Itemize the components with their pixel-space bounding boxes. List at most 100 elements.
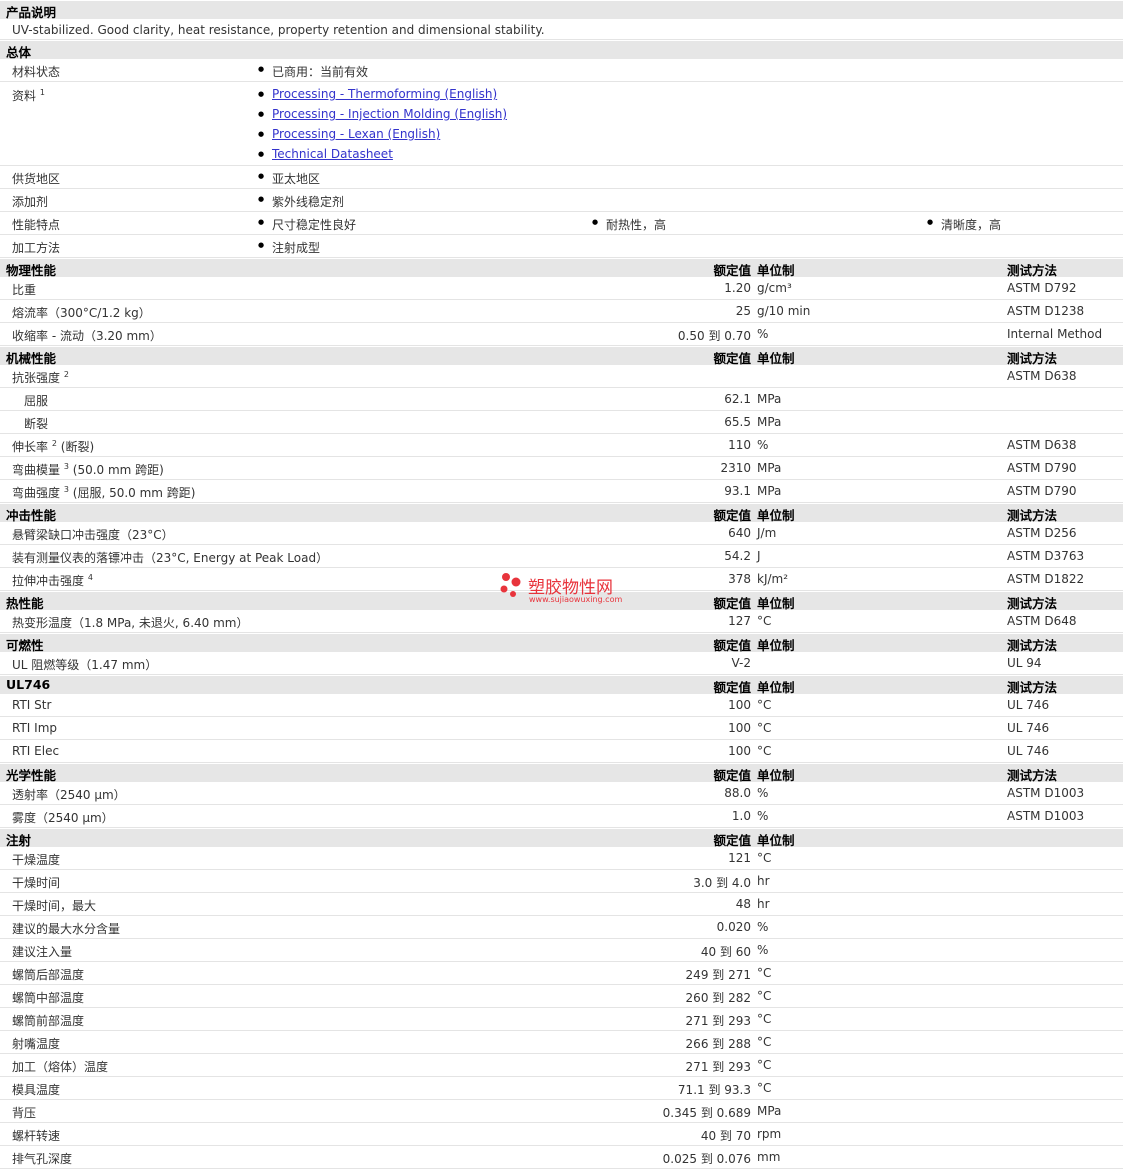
property-value: 260 到 282 <box>685 991 751 1005</box>
section-header-description: 产品说明 <box>0 0 1123 20</box>
section-header: 机械性能 额定值 单位制 测试方法 <box>0 346 1123 366</box>
test-method: ASTM D638 <box>1007 438 1077 452</box>
property-row: 装有测量仪表的落镖冲击（23°C, Energy at Peak Load） 54… <box>0 545 1123 568</box>
property-label: 比重 <box>12 283 37 297</box>
property-row: 干燥时间 3.0 到 4.0 hr <box>0 870 1123 893</box>
property-unit: g/10 min <box>757 304 811 318</box>
property-label: RTI Elec <box>12 744 60 758</box>
property-row: 弯曲模量 3 (50.0 mm 跨距) 2310 MPa ASTM D790 <box>0 457 1123 480</box>
property-label: UL 阻燃等级（1.47 mm） <box>12 658 158 672</box>
property-row: 建议注入量 40 到 60% <box>0 939 1123 962</box>
property-unit: J <box>757 549 761 563</box>
property-unit: g/cm³ <box>757 281 792 295</box>
property-unit: MPa <box>757 1104 782 1118</box>
section-header-general: 总体 <box>0 40 1123 60</box>
row-value: 紫外线稳定剂 <box>258 193 344 210</box>
test-method: UL 746 <box>1007 744 1050 758</box>
test-method: ASTM D792 <box>1007 281 1077 295</box>
property-row: RTI Elec 100 °C UL 746 <box>0 740 1123 763</box>
property-label: 伸长率 2 (断裂) <box>12 439 95 455</box>
property-label: 螺筒前部温度 <box>12 1014 85 1028</box>
property-row: 断裂 65.5 MPa <box>0 411 1123 434</box>
property-label: 射嘴温度 <box>12 1037 61 1051</box>
doc-link-injection-molding[interactable]: Processing - Injection Molding (English) <box>272 107 507 121</box>
property-value: 48 <box>735 897 751 911</box>
property-row: RTI Imp 100 °C UL 746 <box>0 717 1123 740</box>
property-value: 271 到 293 <box>685 1014 751 1028</box>
property-row: 螺筒后部温度 249 到 271 °C <box>0 962 1123 985</box>
test-method: ASTM D790 <box>1007 484 1077 498</box>
property-value: 88.0 <box>724 786 751 800</box>
property-unit: % <box>757 327 769 341</box>
property-value: 127 <box>728 614 751 628</box>
property-value: 54.2 <box>724 549 751 563</box>
region-row: 供货地区 亚太地区 <box>0 166 1123 189</box>
property-row: 模具温度 71.1 到 93.3 °C <box>0 1077 1123 1100</box>
property-value: 249 到 271 <box>685 968 751 982</box>
section-header: 物理性能 额定值 单位制 测试方法 <box>0 258 1123 278</box>
property-value: 271 到 293 <box>685 1060 751 1074</box>
test-method: ASTM D1238 <box>1007 304 1085 318</box>
property-row: 螺筒中部温度 260 到 282 °C <box>0 985 1123 1008</box>
property-value: 100 <box>728 698 751 712</box>
footnote-marker: 3 <box>63 462 69 471</box>
row-label: 性能特点 <box>12 218 61 232</box>
property-row: 加工（熔体）温度 271 到 293 °C <box>0 1054 1123 1077</box>
property-value: 100 <box>728 721 751 735</box>
bullet-icon: ● <box>258 110 265 118</box>
property-label: 雾度（2540 µm） <box>12 811 114 825</box>
property-value: 0.025 到 0.076 <box>662 1152 751 1166</box>
test-method: ASTM D1822 <box>1007 572 1085 586</box>
property-label: 收缩率 - 流动（3.20 mm） <box>12 329 162 343</box>
property-unit: °C <box>757 989 772 1003</box>
property-row: RTI Str 100 °C UL 746 <box>0 694 1123 717</box>
property-label: 加工（熔体）温度 <box>12 1060 109 1074</box>
doc-link-technical-datasheet[interactable]: Technical Datasheet <box>272 147 393 161</box>
property-row: 比重 1.20 g/cm³ ASTM D792 <box>0 277 1123 300</box>
section-title: UL746 <box>6 677 51 692</box>
property-row: 螺筒前部温度 271 到 293 °C <box>0 1008 1123 1031</box>
property-row: 建议的最大水分含量 0.020% <box>0 916 1123 939</box>
property-value: 266 到 288 <box>685 1037 751 1051</box>
property-label: 模具温度 <box>12 1083 61 1097</box>
property-unit: MPa <box>757 484 782 498</box>
bullet-icon: ● <box>258 90 265 98</box>
property-value: 40 到 60 <box>700 945 751 959</box>
property-row: 射嘴温度 266 到 288 °C <box>0 1031 1123 1054</box>
property-value: 25 <box>735 304 751 318</box>
property-value: 1.20 <box>724 281 751 295</box>
property-unit: °C <box>757 1081 772 1095</box>
test-method: ASTM D1003 <box>1007 809 1085 823</box>
property-value: 0.345 到 0.689 <box>662 1106 751 1120</box>
row-value: 亚太地区 <box>258 170 320 187</box>
test-method: UL 746 <box>1007 721 1050 735</box>
property-label: 拉伸冲击强度 4 <box>12 573 93 589</box>
property-label: RTI Imp <box>12 721 57 735</box>
property-unit: hr <box>757 897 770 911</box>
property-label: RTI Str <box>12 698 52 712</box>
feature-item: 耐热性，高 <box>592 216 666 233</box>
property-unit: kJ/m² <box>757 572 789 586</box>
property-row: 伸长率 2 (断裂) 110% ASTM D638 <box>0 434 1123 457</box>
property-label: 螺筒中部温度 <box>12 991 85 1005</box>
property-row: 悬臂梁缺口冲击强度（23°C） 640 J/m ASTM D256 <box>0 522 1123 545</box>
property-label: 热变形温度（1.8 MPa, 未退火, 6.40 mm） <box>12 616 249 630</box>
property-row: 弯曲强度 3 (屈服, 50.0 mm 跨距) 93.1 MPa ASTM D790 <box>0 480 1123 503</box>
watermark-url: www.sujiaowuxing.com <box>529 595 623 604</box>
property-label: 装有测量仪表的落镖冲击（23°C, Energy at Peak Load） <box>12 551 329 565</box>
property-label: 悬臂梁缺口冲击强度（23°C） <box>12 528 174 542</box>
additive-row: 添加剂 紫外线稳定剂 <box>0 189 1123 212</box>
property-label: 干燥时间 <box>12 876 61 890</box>
property-unit: % <box>757 786 769 800</box>
property-label: 建议的最大水分含量 <box>12 922 121 936</box>
property-unit: °C <box>757 1012 772 1026</box>
row-value: 已商用：当前有效 <box>258 63 368 80</box>
property-value: 2310 <box>720 461 751 475</box>
doc-link-lexan[interactable]: Processing - Lexan (English) <box>272 127 440 141</box>
property-row: 透射率（2540 µm） 88.0% ASTM D1003 <box>0 782 1123 805</box>
property-unit: °C <box>757 721 772 735</box>
doc-link-thermoforming[interactable]: Processing - Thermoforming (English) <box>272 87 497 101</box>
property-value: 3.0 到 4.0 <box>693 876 751 890</box>
property-label: 螺杆转速 <box>12 1129 61 1143</box>
property-sections: 物理性能 额定值 单位制 测试方法 比重 1.20 g/cm³ ASTM D792 熔流率（30… <box>0 258 1123 1169</box>
